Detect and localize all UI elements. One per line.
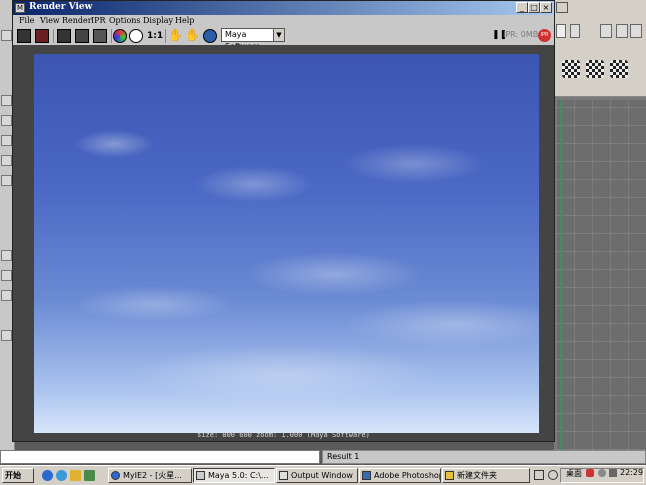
keep-image-icon[interactable]: ✋: [168, 29, 183, 43]
menu-file[interactable]: File: [19, 16, 34, 25]
render-settings-icon[interactable]: [203, 29, 217, 43]
menu-display[interactable]: Display: [143, 16, 173, 25]
layout-side-icon[interactable]: [1, 290, 12, 301]
shelf-tool-icon[interactable]: [630, 24, 642, 38]
ipr-render-icon[interactable]: [75, 29, 89, 43]
close-icon[interactable]: ×: [540, 2, 552, 13]
render-view-window: M Render View _ □ × File View Render IPR…: [12, 0, 555, 442]
clock: 22:29: [620, 468, 644, 477]
result-line: Result 1: [322, 450, 646, 464]
real-size-button[interactable]: 1:1: [147, 31, 163, 41]
task-output-window[interactable]: Output Window: [276, 468, 358, 483]
renderer-select[interactable]: Maya Software ▼: [221, 28, 285, 51]
rendered-sky-image[interactable]: [34, 54, 539, 433]
snapshot-icon[interactable]: [57, 29, 71, 43]
volume-icon[interactable]: [598, 469, 606, 477]
checker-shader-icon[interactable]: [610, 60, 628, 78]
myie-quick-icon[interactable]: [42, 470, 53, 481]
maximize-icon[interactable]: □: [528, 2, 540, 13]
ipr-memory-label: IPR: 0MB: [503, 30, 539, 39]
rotate-tool-icon[interactable]: [1, 155, 12, 166]
refresh-icon[interactable]: [93, 29, 107, 43]
checker-shader-icon[interactable]: [562, 60, 580, 78]
task-photoshop[interactable]: Adobe Photoshop: [359, 468, 441, 483]
maya-close-icon[interactable]: [556, 2, 568, 13]
menu-options[interactable]: Options: [109, 16, 141, 25]
shelf-tool-icon[interactable]: [616, 24, 628, 38]
ipr-stop-icon[interactable]: IPR: [538, 29, 551, 42]
network-icon[interactable]: [609, 469, 617, 477]
mel-command-input[interactable]: [0, 450, 320, 464]
alpha-channel-icon[interactable]: [129, 29, 143, 43]
lasso-tool-icon[interactable]: [1, 95, 12, 106]
remove-image-icon[interactable]: ✋: [185, 29, 200, 43]
maya-shelf-area: [554, 0, 646, 97]
render-frame-icon[interactable]: [17, 29, 31, 43]
scale-tool-icon[interactable]: [1, 175, 12, 186]
menu-render[interactable]: Render: [62, 16, 92, 25]
select-tool-icon[interactable]: [1, 30, 12, 41]
minimize-icon[interactable]: _: [516, 2, 528, 13]
media-quick-icon[interactable]: [84, 470, 95, 481]
layout-stack-icon[interactable]: [1, 330, 12, 341]
image-info-bar: size: 800 600 zoom: 1.000 (Maya Software…: [197, 431, 370, 439]
desktop-quick-icon[interactable]: [70, 470, 81, 481]
menu-ipr[interactable]: IPR: [91, 16, 106, 25]
move-tool-icon[interactable]: [1, 135, 12, 146]
task-myie2[interactable]: MyIE2 - [火星...: [108, 468, 192, 483]
rgb-channels-icon[interactable]: [113, 29, 127, 43]
render-toolbar: 1:1 ✋ ✋ Maya Software ▼ ❚❚ IPR: 0MB IPR: [13, 27, 554, 51]
menu-help[interactable]: Help: [175, 16, 194, 25]
menu-bar: File View Render IPR Options Display Hel…: [13, 15, 554, 27]
layout-single-icon[interactable]: [1, 250, 12, 261]
render-image-panel: size: 800 600 zoom: 1.000 (Maya Software…: [13, 45, 554, 441]
shelf-tool-icon[interactable]: [570, 24, 580, 38]
tray-app-icon[interactable]: [586, 469, 594, 477]
shelf-tool-icon[interactable]: [600, 24, 612, 38]
desktop-label[interactable]: 桌面: [566, 468, 582, 479]
paint-tool-icon[interactable]: [1, 115, 12, 126]
render-view-titlebar[interactable]: M Render View _ □ ×: [13, 1, 554, 15]
desktop-toolbar-icon[interactable]: [548, 470, 558, 480]
task-maya[interactable]: Maya 5.0: C:\...: [193, 468, 275, 483]
window-menu-icon[interactable]: M: [15, 3, 25, 13]
layout-four-icon[interactable]: [1, 270, 12, 281]
checker-shader-icon[interactable]: [586, 60, 604, 78]
menu-view[interactable]: View: [40, 16, 60, 25]
window-title: Render View: [29, 2, 93, 12]
shelf-tool-icon[interactable]: [556, 24, 566, 38]
start-label: 开始: [5, 471, 21, 480]
render-region-icon[interactable]: [35, 29, 49, 43]
task-new-folder[interactable]: 新建文件夹: [442, 468, 530, 483]
start-button[interactable]: 开始: [2, 468, 34, 483]
windows-taskbar: 开始 MyIE2 - [火星... Maya 5.0: C:\... Outpu…: [0, 465, 646, 485]
language-icon[interactable]: [534, 470, 544, 480]
chevron-down-icon[interactable]: ▼: [273, 29, 284, 41]
ie-quick-icon[interactable]: [56, 470, 67, 481]
viewport-border: [560, 100, 646, 450]
